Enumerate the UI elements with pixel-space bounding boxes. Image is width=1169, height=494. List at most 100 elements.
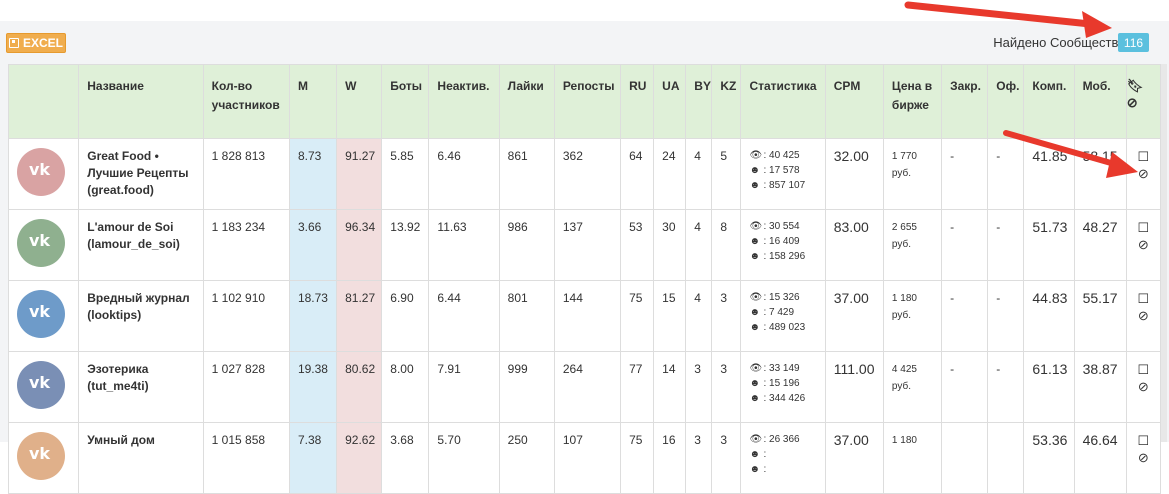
stat-views: 40 425 <box>769 150 800 161</box>
col-name[interactable]: Название <box>78 64 204 139</box>
community-name[interactable]: Great Food • Лучшие Рецепты (great.food) <box>87 149 188 197</box>
bots-cell: 6.90 <box>381 280 430 352</box>
m-cell: 8.73 <box>288 138 338 210</box>
eye-icon: 👁︎ <box>749 434 763 445</box>
stats-cell: 👁︎: 26 366 ☻: ☻: <box>740 422 826 494</box>
col-reposts[interactable]: Репосты <box>553 64 622 139</box>
bots-cell: 3.68 <box>381 422 430 494</box>
table-row: Умный дом 1 015 858 7.38 92.62 3.68 5.70… <box>7 422 1162 494</box>
avatar-cell <box>7 209 80 281</box>
price-unit: руб. <box>891 310 911 321</box>
bookmark-icon[interactable]: ☐ <box>1127 219 1160 236</box>
stat-reach: 489 023 <box>769 322 806 333</box>
likes-cell: 801 <box>498 280 555 352</box>
col-comp[interactable]: Комп. <box>1023 64 1075 139</box>
col-bots[interactable]: Боты <box>381 64 430 139</box>
user-icon: ☻ <box>749 165 760 176</box>
members-cell: 1 027 828 <box>202 351 290 423</box>
col-m[interactable]: M <box>288 64 338 139</box>
stats-cell: 👁︎: 33 149 ☻: 15 196 ☻: 344 426 <box>740 351 826 423</box>
eye-icon: 👁︎ <box>749 292 763 303</box>
col-members[interactable]: Кол-во участников <box>202 64 290 139</box>
col-kz[interactable]: KZ <box>711 64 742 139</box>
kz-cell: 3 <box>711 351 742 423</box>
ua-cell: 15 <box>653 280 687 352</box>
community-avatar[interactable] <box>17 219 65 267</box>
community-name[interactable]: Умный дом <box>87 433 155 447</box>
actions-cell: ☐ ⊘ <box>1125 280 1162 352</box>
avatar-cell <box>7 422 80 494</box>
closed-cell: - <box>941 209 989 281</box>
stats-cell: 👁︎: 30 554 ☻: 16 409 ☻: 158 296 <box>740 209 826 281</box>
users-icon: ☻ <box>749 322 760 333</box>
by-cell: 4 <box>685 209 713 281</box>
col-ua[interactable]: UA <box>653 64 687 139</box>
col-by[interactable]: BY <box>685 64 713 139</box>
ru-cell: 75 <box>620 422 655 494</box>
stat-views: 30 554 <box>769 221 800 232</box>
col-cpm[interactable]: CPM <box>824 64 884 139</box>
stat-views: 33 149 <box>769 363 800 374</box>
ban-icon[interactable]: ⊘ <box>1127 449 1160 466</box>
bookmark-icon[interactable]: ☐ <box>1127 432 1160 449</box>
w-cell: 96.34 <box>336 209 383 281</box>
col-likes[interactable]: Лайки <box>498 64 555 139</box>
col-official[interactable]: Оф. <box>987 64 1025 139</box>
col-mob[interactable]: Моб. <box>1073 64 1127 139</box>
mob-cell: 55.17 <box>1073 280 1127 352</box>
mob-cell: 38.87 <box>1073 351 1127 423</box>
col-price[interactable]: Цена в бирже <box>882 64 943 139</box>
actions-cell: ☐ ⊘ <box>1125 138 1162 210</box>
excel-export-button[interactable]: EXCEL <box>6 33 66 53</box>
price-unit: руб. <box>891 239 911 250</box>
bookmark-icon[interactable]: ☐ <box>1127 290 1160 307</box>
w-cell: 92.62 <box>336 422 383 494</box>
avatar-cell <box>7 351 80 423</box>
price-cell: 1 770 руб. <box>882 138 943 210</box>
community-name-cell: Эзотерика (tut_me4ti) <box>78 351 204 423</box>
price-cell: 1 180 <box>882 422 943 494</box>
actions-cell: ☐ ⊘ <box>1125 209 1162 281</box>
community-avatar[interactable] <box>17 148 65 196</box>
avatar-cell <box>7 138 80 210</box>
mob-cell: 58.15 <box>1073 138 1127 210</box>
ban-icon[interactable]: ⊘ <box>1127 94 1160 111</box>
avatar-cell <box>7 280 80 352</box>
table-row: Вредный журнал (looktips) 1 102 910 18.7… <box>7 280 1162 352</box>
col-w[interactable]: W <box>336 64 383 139</box>
community-name[interactable]: Вредный журнал (looktips) <box>87 291 189 322</box>
community-avatar[interactable] <box>17 432 65 480</box>
col-closed[interactable]: Закр. <box>941 64 989 139</box>
community-name[interactable]: Эзотерика (tut_me4ti) <box>87 362 148 393</box>
comp-cell: 51.73 <box>1023 209 1075 281</box>
closed-cell <box>941 422 989 494</box>
users-icon: ☻ <box>749 393 760 404</box>
ban-icon[interactable]: ⊘ <box>1127 378 1160 395</box>
community-name[interactable]: L'amour de Soi (lamour_de_soi) <box>87 220 180 251</box>
community-avatar[interactable] <box>17 361 65 409</box>
comp-cell: 44.83 <box>1023 280 1075 352</box>
vertical-scrollbar[interactable] <box>1161 64 1167 442</box>
col-stats[interactable]: Статистика <box>740 64 826 139</box>
community-avatar[interactable] <box>17 290 65 338</box>
ua-cell: 14 <box>653 351 687 423</box>
members-cell: 1 015 858 <box>202 422 290 494</box>
ban-icon[interactable]: ⊘ <box>1127 236 1160 253</box>
ban-icon[interactable]: ⊘ <box>1127 307 1160 324</box>
col-ru[interactable]: RU <box>620 64 655 139</box>
likes-cell: 861 <box>498 138 555 210</box>
bookmark-icon[interactable]: ☐ <box>1127 148 1160 165</box>
kz-cell: 3 <box>711 422 742 494</box>
bookmark-icon[interactable]: 🔖︎ <box>1127 77 1160 94</box>
comp-cell: 61.13 <box>1023 351 1075 423</box>
official-cell: - <box>987 280 1025 352</box>
inactive-cell: 5.70 <box>428 422 500 494</box>
bookmark-icon[interactable]: ☐ <box>1127 361 1160 378</box>
ban-icon[interactable]: ⊘ <box>1127 165 1160 182</box>
official-cell: - <box>987 351 1025 423</box>
col-inactive[interactable]: Неактив. <box>428 64 500 139</box>
mob-cell: 48.27 <box>1073 209 1127 281</box>
users-icon: ☻ <box>749 464 760 475</box>
comp-cell: 41.85 <box>1023 138 1075 210</box>
cpm-cell: 83.00 <box>824 209 884 281</box>
